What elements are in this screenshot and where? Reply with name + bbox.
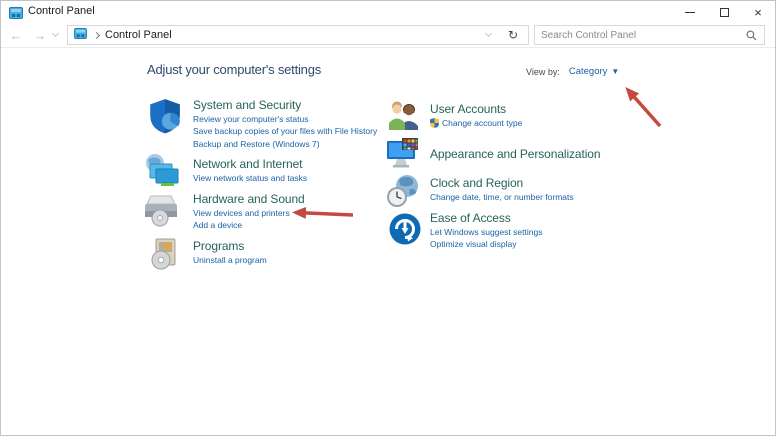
- category-title[interactable]: Appearance and Personalization: [430, 147, 601, 162]
- link-optimize-visual-display[interactable]: Optimize visual display: [430, 238, 542, 250]
- close-icon: ×: [754, 4, 762, 20]
- link-view-network-status[interactable]: View network status and tasks: [193, 172, 307, 184]
- control-panel-icon: [74, 26, 87, 44]
- control-panel-home: Adjust your computer's settings View by:…: [1, 48, 775, 435]
- network-icon[interactable]: [142, 152, 182, 194]
- link-backup-restore-windows7[interactable]: Backup and Restore (Windows 7): [193, 138, 377, 150]
- search-box: [534, 25, 765, 45]
- navigation-toolbar: ← → ↑ Control Panel ↻: [1, 23, 775, 48]
- title-bar: Control Panel ×: [1, 1, 775, 23]
- link-change-date-time-formats[interactable]: Change date, time, or number formats: [430, 191, 574, 203]
- link-review-computer-status[interactable]: Review your computer's status: [193, 113, 377, 125]
- shield-icon[interactable]: [146, 97, 184, 140]
- maximize-button[interactable]: [707, 1, 741, 23]
- category-system-and-security: System and Security Review your computer…: [193, 98, 377, 150]
- refresh-button[interactable]: ↻: [498, 25, 529, 45]
- breadcrumb-bar[interactable]: Control Panel: [67, 25, 499, 45]
- category-hardware-and-sound: Hardware and Sound View devices and prin…: [193, 192, 305, 232]
- category-title[interactable]: Hardware and Sound: [193, 192, 305, 207]
- control-panel-window: Control Panel × ← → ↑ Control Panel: [0, 0, 776, 436]
- link-uninstall-a-program[interactable]: Uninstall a program: [193, 254, 267, 266]
- display-personalization-icon[interactable]: [385, 136, 423, 177]
- software-box-icon[interactable]: [147, 236, 183, 277]
- ease-of-access-icon[interactable]: [388, 212, 422, 251]
- category-title[interactable]: User Accounts: [430, 102, 522, 117]
- minimize-button[interactable]: [673, 1, 707, 23]
- breadcrumb-chevron-icon: [92, 31, 101, 39]
- globe-clock-icon[interactable]: [386, 173, 422, 214]
- forward-arrow-icon: →: [33, 27, 47, 43]
- control-panel-app-icon: [9, 6, 23, 24]
- category-title[interactable]: Ease of Access: [430, 211, 542, 226]
- back-button[interactable]: ←: [5, 23, 27, 47]
- printer-icon[interactable]: [140, 192, 182, 235]
- back-arrow-icon: ←: [9, 27, 23, 43]
- category-network-and-internet: Network and Internet View network status…: [193, 157, 307, 184]
- category-title[interactable]: Network and Internet: [193, 157, 307, 172]
- view-by-label: View by:: [526, 66, 560, 77]
- category-clock-and-region: Clock and Region Change date, time, or n…: [430, 176, 574, 203]
- link-let-windows-suggest-settings[interactable]: Let Windows suggest settings: [430, 226, 542, 238]
- view-by-dropdown[interactable]: Category: [569, 66, 608, 77]
- window-title: Control Panel: [28, 5, 95, 17]
- forward-button[interactable]: →: [29, 23, 51, 47]
- category-programs: Programs Uninstall a program: [193, 239, 267, 266]
- link-add-a-device[interactable]: Add a device: [193, 219, 305, 231]
- category-title[interactable]: System and Security: [193, 98, 377, 113]
- breadcrumb-item-control-panel[interactable]: Control Panel: [105, 29, 172, 41]
- dropdown-arrow-icon: ▼: [611, 67, 620, 76]
- close-button[interactable]: ×: [741, 1, 775, 23]
- category-user-accounts: User Accounts Change account type: [430, 102, 522, 129]
- category-title[interactable]: Programs: [193, 239, 267, 254]
- minimize-icon: [685, 11, 695, 13]
- category-ease-of-access: Ease of Access Let Windows suggest setti…: [430, 211, 542, 251]
- link-view-devices-and-printers[interactable]: View devices and printers: [193, 207, 305, 219]
- category-appearance-and-personalization: Appearance and Personalization: [430, 147, 601, 162]
- link-change-account-type[interactable]: Change account type: [430, 117, 522, 129]
- page-heading: Adjust your computer's settings: [147, 62, 322, 77]
- link-file-history-backup[interactable]: Save backup copies of your files with Fi…: [193, 125, 377, 137]
- uac-shield-icon: [430, 118, 439, 129]
- maximize-icon: [719, 7, 729, 17]
- view-by-control: View by: Category ▼: [526, 66, 619, 77]
- refresh-icon: ↻: [507, 28, 519, 42]
- chevron-down-icon: [51, 29, 59, 38]
- search-icon: [746, 30, 757, 41]
- search-input[interactable]: [535, 29, 746, 41]
- category-title[interactable]: Clock and Region: [430, 176, 574, 191]
- breadcrumb-dropdown-icon[interactable]: [484, 29, 493, 38]
- users-icon[interactable]: [387, 100, 420, 135]
